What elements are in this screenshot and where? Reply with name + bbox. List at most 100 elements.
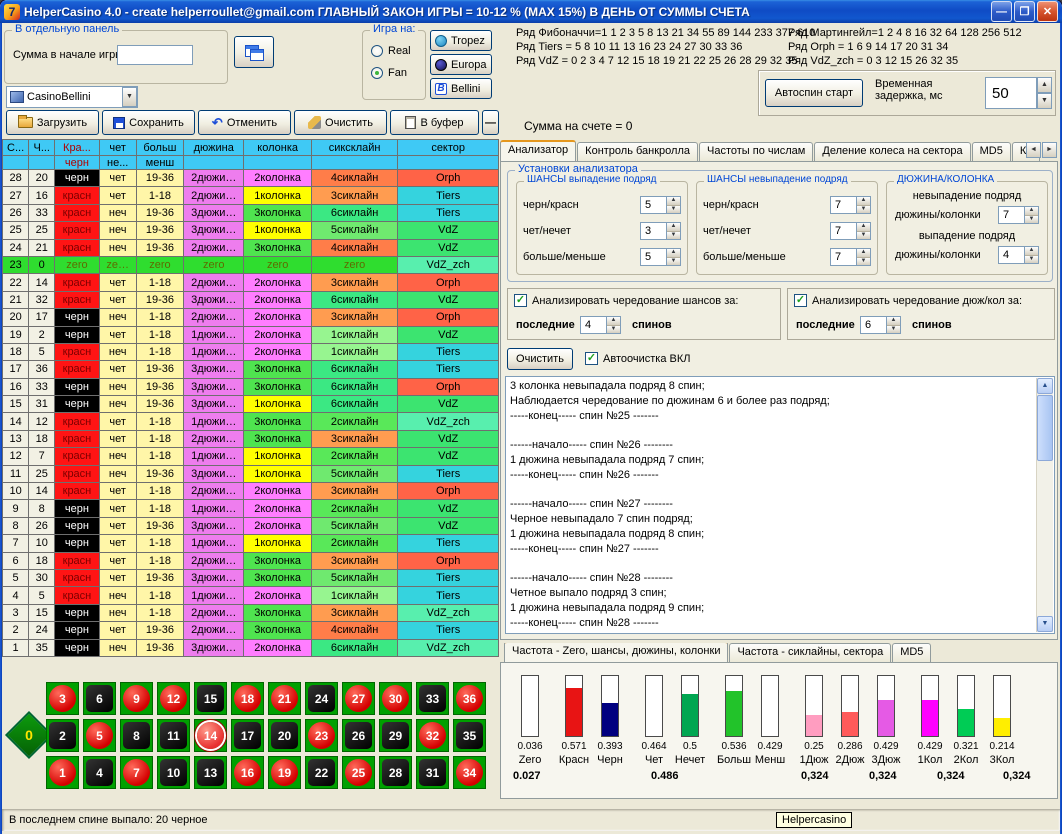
chances-miss-spinner-value[interactable]: 7 [830,248,856,266]
spinner-up-icon[interactable]: ▲ [667,249,680,258]
spinner-up-icon[interactable]: ▲ [857,223,870,232]
spinner-down-icon[interactable]: ▼ [667,206,680,214]
scroll-up-icon[interactable]: ▲ [1037,378,1053,394]
minimize-button[interactable]: — [991,1,1012,22]
chances-hit-spinner-value[interactable]: 3 [640,222,666,240]
board-number-10[interactable]: 10 [157,756,190,789]
spinner-down-icon[interactable]: ▼ [667,258,680,266]
board-number-15[interactable]: 15 [194,682,227,715]
start-sum-input[interactable] [117,45,193,65]
dozen-hit-spinner-value[interactable]: 4 [998,246,1024,264]
spinner-down-icon[interactable]: ▼ [857,258,870,266]
scrollbar-thumb[interactable] [1037,395,1053,461]
tab-frequency-2[interactable]: MD5 [892,643,931,662]
board-number-3[interactable]: 3 [46,682,79,715]
board-number-27[interactable]: 27 [342,682,375,715]
board-number-17[interactable]: 17 [231,719,264,752]
tab-frequency-0[interactable]: Частота - Zero, шансы, дюжины, колонки [504,643,728,662]
board-number-25[interactable]: 25 [342,756,375,789]
board-number-35[interactable]: 35 [453,719,486,752]
board-number-14[interactable]: 14 [194,719,227,752]
board-number-33[interactable]: 33 [416,682,449,715]
board-number-7[interactable]: 7 [120,756,153,789]
board-number-20[interactable]: 20 [268,719,301,752]
board-number-1[interactable]: 1 [46,756,79,789]
casino-button-europa[interactable]: Europa [430,54,492,75]
chances-hit-spinner-value[interactable]: 5 [640,248,666,266]
tab-analyzer-4[interactable]: MD5 [972,142,1011,161]
board-number-32[interactable]: 32 [416,719,449,752]
spinner-down-icon[interactable]: ▼ [887,326,900,334]
tab-analyzer-2[interactable]: Частоты по числам [699,142,813,161]
radio-real[interactable] [371,45,383,57]
collapse-button[interactable]: — [482,110,499,135]
board-number-16[interactable]: 16 [231,756,264,789]
spinner-up-icon[interactable]: ▲ [887,317,900,326]
board-number-4[interactable]: 4 [83,756,116,789]
casino-select[interactable]: CasinoBellini ▼ [6,86,138,108]
spinner-up-icon[interactable]: ▲ [667,197,680,206]
maximize-button[interactable]: ❐ [1014,1,1035,22]
clear-log-button[interactable]: Очистить [507,348,573,370]
spinner-down-icon[interactable]: ▼ [1025,256,1038,264]
tab-frequency-1[interactable]: Частота - сиклайны, сектора [729,643,891,662]
chances-miss-spinner-value[interactable]: 7 [830,222,856,240]
board-number-29[interactable]: 29 [379,719,412,752]
game-mode-option[interactable]: Real [371,45,411,57]
spinner-up-icon[interactable]: ▲ [667,223,680,232]
alternation-dozens-spinner-value[interactable]: 6 [860,316,886,334]
detach-panel-button[interactable] [234,36,274,68]
chances-miss-spinner-value[interactable]: 7 [830,196,856,214]
alternation-dozens-checkbox[interactable]: ✓ [794,294,807,307]
delay-up-button[interactable]: ▲ [1037,77,1052,93]
tab-analyzer-1[interactable]: Контроль банкролла [577,142,698,161]
alternation-chances-checkbox[interactable]: ✓ [514,294,527,307]
board-number-23[interactable]: 23 [305,719,338,752]
board-number-11[interactable]: 11 [157,719,190,752]
undo-button[interactable]: ↶Отменить [198,110,291,135]
board-number-5[interactable]: 5 [83,719,116,752]
tab-scroll-right-icon[interactable]: ► [1042,142,1057,158]
scroll-down-icon[interactable]: ▼ [1037,616,1053,632]
board-number-13[interactable]: 13 [194,756,227,789]
spinner-down-icon[interactable]: ▼ [1025,216,1038,224]
spinner-up-icon[interactable]: ▲ [857,197,870,206]
board-number-19[interactable]: 19 [268,756,301,789]
spinner-down-icon[interactable]: ▼ [607,326,620,334]
board-number-2[interactable]: 2 [46,719,79,752]
chevron-down-icon[interactable]: ▼ [122,87,137,107]
autospin-start-button[interactable]: Автоспин старт [765,79,863,107]
spinner-up-icon[interactable]: ▲ [1025,207,1038,216]
casino-button-bellini[interactable]: BBellini [430,78,492,99]
spinner-down-icon[interactable]: ▼ [857,206,870,214]
board-number-30[interactable]: 30 [379,682,412,715]
board-number-21[interactable]: 21 [268,682,301,715]
delay-down-button[interactable]: ▼ [1037,93,1052,109]
board-number-31[interactable]: 31 [416,756,449,789]
board-number-36[interactable]: 36 [453,682,486,715]
board-number-12[interactable]: 12 [157,682,190,715]
board-number-9[interactable]: 9 [120,682,153,715]
spinner-down-icon[interactable]: ▼ [667,232,680,240]
game-mode-option[interactable]: Fan [371,67,407,79]
spinner-up-icon[interactable]: ▲ [1025,247,1038,256]
board-number-18[interactable]: 18 [231,682,264,715]
analyzer-log[interactable]: 3 колонка невыпадала подряд 8 спин; Набл… [505,376,1055,634]
board-number-26[interactable]: 26 [342,719,375,752]
clear-button[interactable]: Очистить [294,110,387,135]
chances-hit-spinner-value[interactable]: 5 [640,196,666,214]
delay-input[interactable]: 50 [985,77,1037,109]
tab-analyzer-0[interactable]: Анализатор [500,140,576,161]
to-buffer-button[interactable]: В буфер [390,110,479,135]
casino-button-tropez[interactable]: Tropez [430,30,492,51]
spinner-up-icon[interactable]: ▲ [607,317,620,326]
tab-scroll-left-icon[interactable]: ◄ [1026,142,1041,158]
spinner-up-icon[interactable]: ▲ [857,249,870,258]
board-number-6[interactable]: 6 [83,682,116,715]
radio-fan[interactable] [371,67,383,79]
board-number-34[interactable]: 34 [453,756,486,789]
spinner-down-icon[interactable]: ▼ [857,232,870,240]
dozen-miss-spinner-value[interactable]: 7 [998,206,1024,224]
board-number-8[interactable]: 8 [120,719,153,752]
save-button[interactable]: Сохранить [102,110,195,135]
